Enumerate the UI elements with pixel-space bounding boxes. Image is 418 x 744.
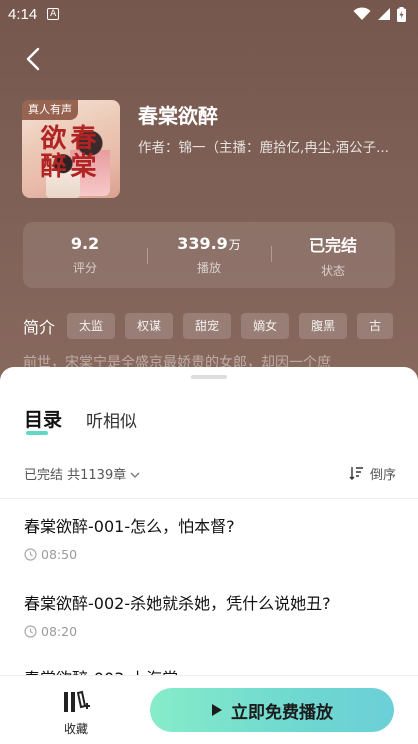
stat-label: 播放 — [196, 261, 221, 275]
chapter-duration: 08:20 — [24, 624, 396, 639]
sort-icon — [349, 467, 363, 480]
duration-text: 08:50 — [41, 547, 78, 562]
cover-title-art: 春棠欲醉 — [36, 124, 96, 180]
play-now-button[interactable]: 立即免费播放 — [150, 688, 394, 732]
tag-chip[interactable]: 古 — [357, 313, 394, 339]
stat-number: 已完结 — [308, 235, 357, 255]
status-bar: 4:14 A — [0, 0, 418, 28]
stat-rating: 9.2 评分 — [23, 234, 147, 276]
stat-label: 状态 — [320, 263, 345, 278]
divider — [0, 498, 418, 499]
collect-label: 收藏 — [63, 722, 88, 736]
book-cover[interactable]: 春棠欲醉 真人有声 — [22, 100, 120, 198]
tag-chip[interactable]: 甜宠 — [183, 313, 232, 339]
sheet-tabs: 目录 听相似 — [24, 405, 137, 435]
stat-unit: 万 — [228, 238, 241, 252]
duration-text: 08:20 — [41, 624, 78, 639]
chapter-duration: 08:50 — [24, 547, 396, 562]
sheet-drag-handle[interactable] — [191, 375, 227, 379]
wifi-icon — [353, 7, 371, 20]
chapter-item[interactable]: 春棠欲醉-001-怎么，怕本督? 08:50 — [24, 513, 396, 562]
chevron-left-icon — [26, 47, 40, 71]
status-time: 4:14 — [8, 5, 38, 23]
sort-toggle[interactable]: 倒序 — [349, 464, 396, 483]
stat-value: 339.9万 — [147, 234, 271, 253]
back-button[interactable] — [18, 44, 48, 74]
play-icon — [212, 704, 222, 716]
stat-number: 9.2 — [70, 234, 100, 253]
bottom-action-bar: 收藏 立即免费播放 — [0, 676, 418, 744]
notification-a-icon: A — [47, 8, 60, 20]
collect-button[interactable]: 收藏 — [56, 690, 96, 737]
chapter-title: 春棠欲醉-002-杀她就杀她，凭什么说她丑? — [24, 594, 331, 613]
chevron-down-icon — [130, 472, 140, 478]
tab-similar[interactable]: 听相似 — [86, 407, 137, 432]
chapter-item[interactable]: 春棠欲醉-002-杀她就杀她，凭什么说她丑? 08:20 — [24, 590, 396, 639]
sort-label: 倒序 — [369, 467, 396, 483]
clock-icon — [24, 548, 37, 561]
intro-label: 简介 — [23, 318, 56, 337]
cover-badge: 真人有声 — [22, 100, 78, 120]
chapter-list-header: 已完结 共1139章 倒序 — [24, 463, 396, 483]
stat-number: 339.9 — [177, 234, 228, 253]
tag-chip[interactable]: 太监 — [67, 313, 116, 339]
stat-value: 9.2 — [23, 234, 147, 253]
intro-tags-row: 简介 太监 权谋 甜宠 嫡女 腹黑 古 — [23, 312, 418, 340]
stat-value: 已完结 — [271, 232, 395, 256]
chapter-title: 春棠欲醉-001-怎么，怕本督? — [24, 517, 235, 536]
book-author[interactable]: 作者：锦一（主播：鹿拾亿,冉尘,酒公子... — [138, 136, 398, 156]
clock-icon — [24, 625, 37, 638]
play-label: 立即免费播放 — [231, 702, 333, 723]
status-icons — [353, 6, 406, 22]
book-title: 春棠欲醉 — [138, 104, 218, 128]
chapter-summary-text: 已完结 共1139章 — [24, 467, 127, 483]
battery-icon — [397, 6, 406, 22]
stats-panel: 9.2 评分 339.9万 播放 已完结 状态 — [23, 222, 395, 288]
signal-icon — [378, 8, 390, 20]
tag-chip[interactable]: 权谋 — [125, 313, 174, 339]
collect-icon — [64, 690, 90, 712]
tag-chip[interactable]: 嫡女 — [241, 313, 290, 339]
stat-plays: 339.9万 播放 — [147, 234, 271, 276]
tag-chip[interactable]: 腹黑 — [299, 313, 348, 339]
tab-catalog[interactable]: 目录 — [24, 405, 62, 435]
chapter-summary[interactable]: 已完结 共1139章 — [24, 464, 140, 483]
stat-label: 评分 — [72, 261, 97, 275]
stat-status: 已完结 状态 — [271, 232, 395, 279]
